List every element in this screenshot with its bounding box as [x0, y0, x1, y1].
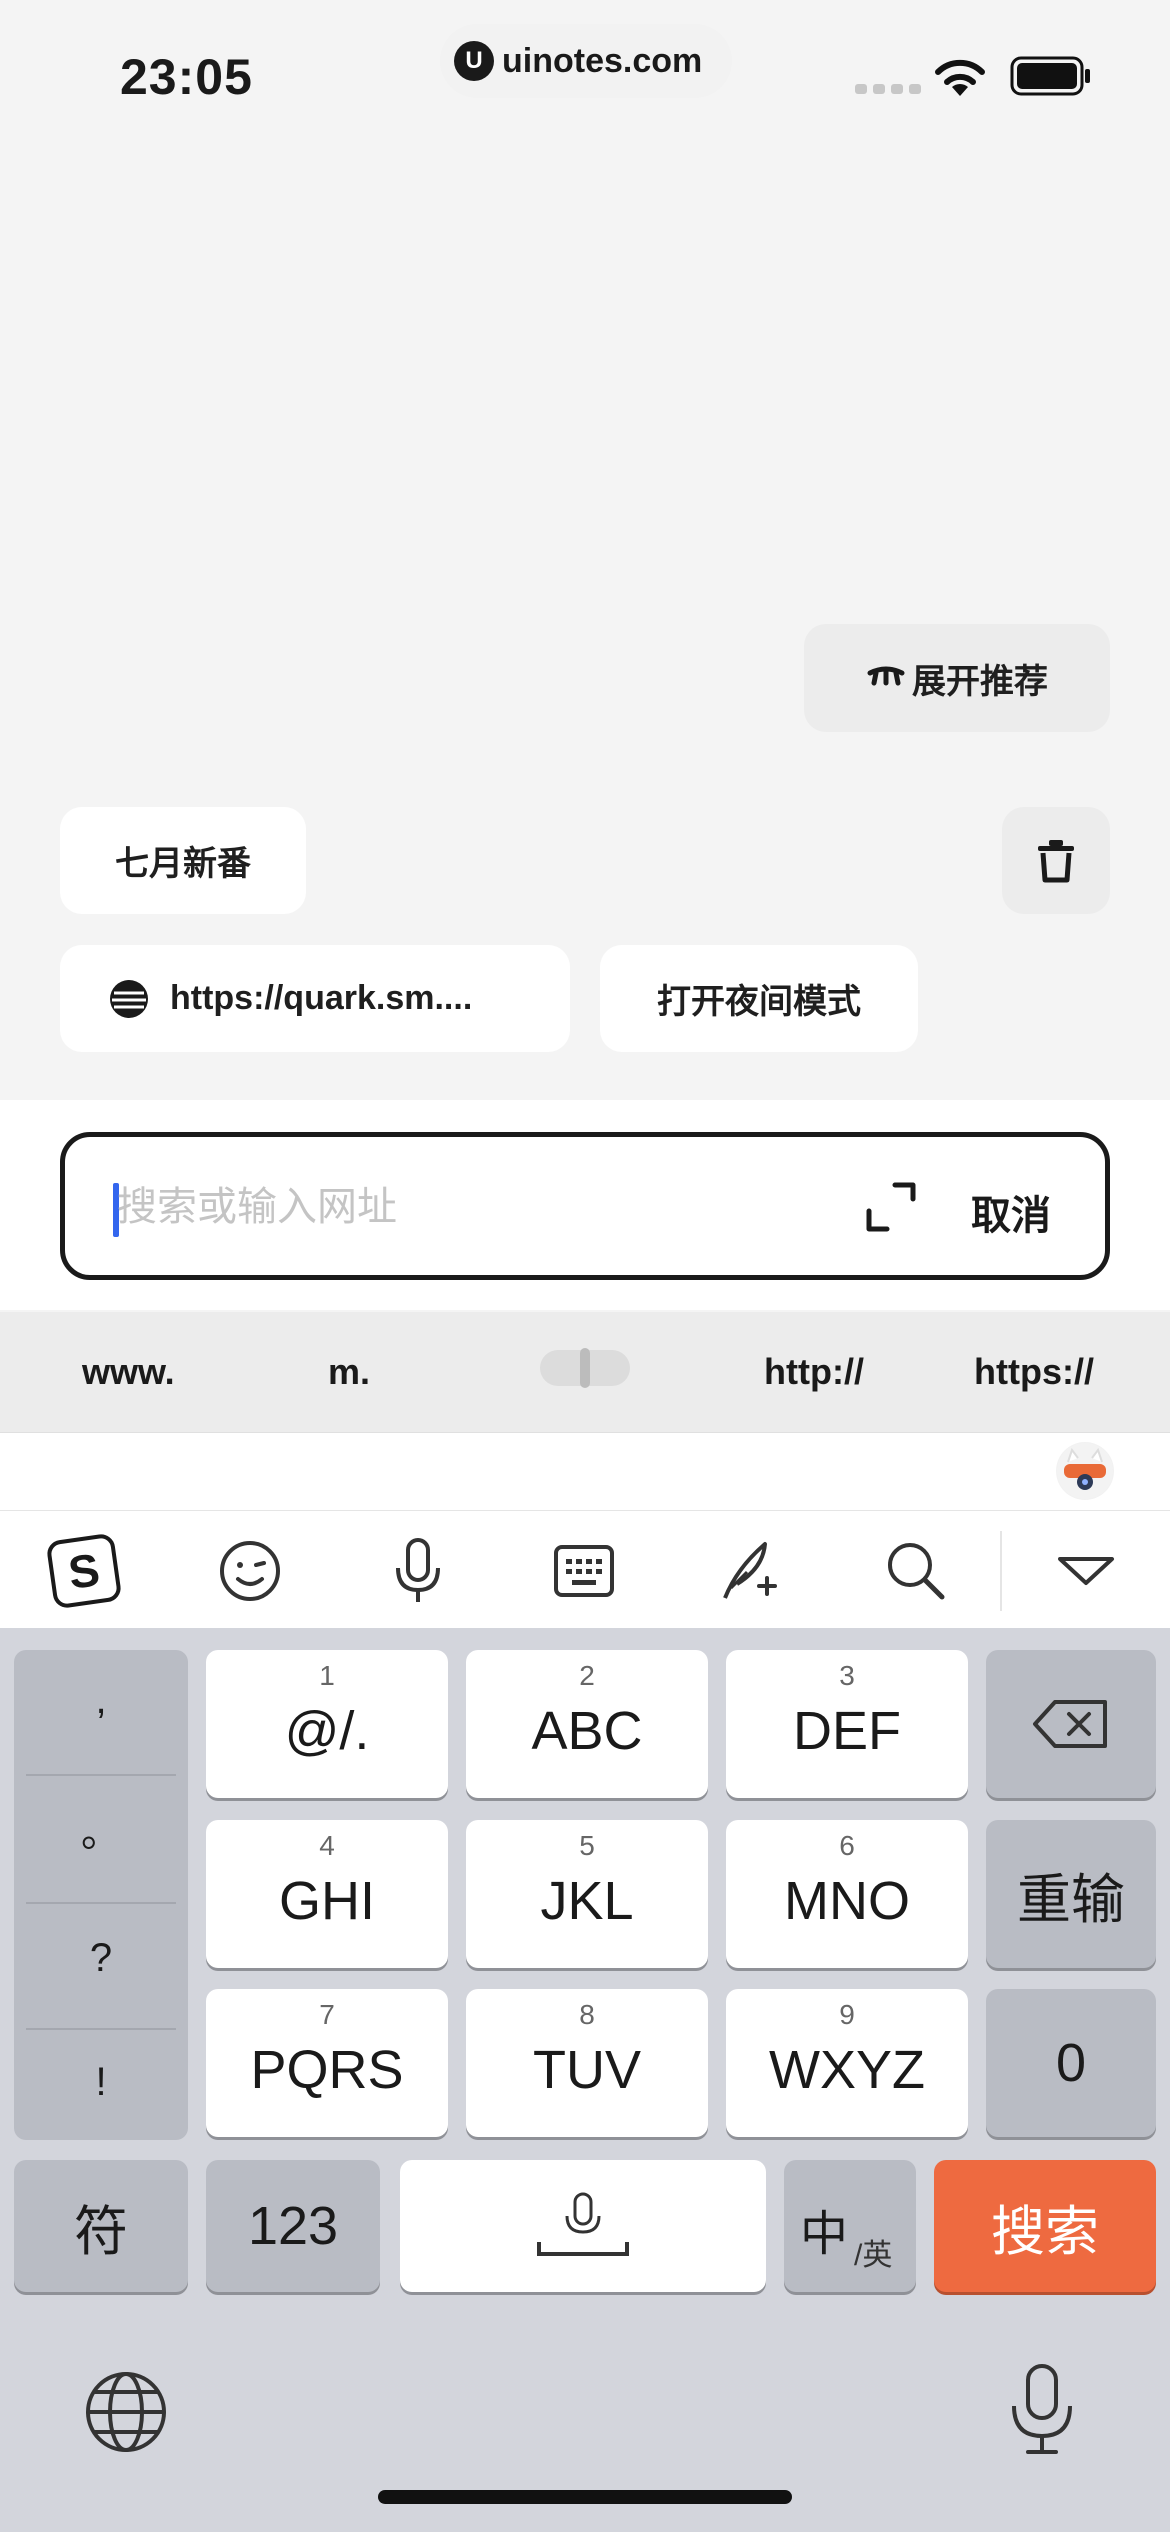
punctuation-column[interactable]: , 。 ? ! [14, 1650, 188, 2140]
url-shortcut-bar: www. m. http:// https:// [0, 1312, 1170, 1432]
handwriting-icon[interactable] [710, 1531, 790, 1611]
key-3[interactable]: 3 DEF [726, 1650, 968, 1798]
battery-icon [1010, 56, 1090, 96]
keyboard-switch-icon[interactable] [544, 1531, 624, 1611]
number-mode-key[interactable]: 123 [206, 2160, 380, 2292]
site-url-pill[interactable]: U uinotes.com [440, 24, 732, 98]
symbol-key[interactable]: 符 [14, 2160, 188, 2292]
globe-icon [110, 979, 148, 1018]
punct-exclamation[interactable]: ! [14, 2060, 188, 2105]
candidate-strip [0, 1432, 1170, 1510]
cellular-signal-icon [855, 84, 921, 94]
cancel-button[interactable]: 取消 [971, 1183, 1051, 1241]
collapse-keyboard-icon[interactable] [1046, 1531, 1126, 1611]
history-chip-anime[interactable]: 七月新番 [60, 807, 306, 914]
history-chip-label: 七月新番 [115, 845, 251, 883]
key-5[interactable]: 5 JKL [466, 1820, 708, 1968]
voice-input-icon[interactable] [378, 1531, 458, 1611]
expand-recommendations-label: 展开推荐 [912, 662, 1048, 701]
history-chip-night-mode[interactable]: 打开夜间模式 [600, 945, 918, 1052]
history-url-label: https://quark.sm.... [170, 979, 473, 1017]
site-logo-icon: U [454, 41, 494, 81]
key-6[interactable]: 6 MNO [726, 1820, 968, 1968]
ime-mascot-icon[interactable] [1056, 1442, 1114, 1500]
key-4[interactable]: 4 GHI [206, 1820, 448, 1968]
language-switch-key[interactable]: 中 /英 [784, 2160, 916, 2292]
shortcut-www[interactable]: www. [82, 1312, 175, 1432]
scan-icon[interactable] [865, 1181, 917, 1233]
sogou-logo-icon[interactable]: S [44, 1531, 124, 1611]
key-0[interactable]: 0 [986, 1989, 1156, 2137]
site-domain: uinotes.com [502, 41, 703, 80]
search-input[interactable] [117, 1165, 817, 1249]
backspace-icon [1033, 1700, 1107, 1748]
expand-recommendations-button[interactable]: 展开推荐 [804, 624, 1110, 732]
shortcut-m[interactable]: m. [328, 1312, 370, 1432]
key-8[interactable]: 8 TUV [466, 1989, 708, 2137]
key-1[interactable]: 1 @/. [206, 1650, 448, 1798]
history-chip-url[interactable]: https://quark.sm.... [60, 945, 570, 1052]
cursor-slider[interactable] [540, 1348, 630, 1388]
home-indicator[interactable] [378, 2490, 792, 2504]
space-key[interactable] [400, 2160, 766, 2292]
key-2[interactable]: 2 ABC [466, 1650, 708, 1798]
search-icon[interactable] [876, 1531, 956, 1611]
key-7[interactable]: 7 PQRS [206, 1989, 448, 2137]
ime-toolbar: S [0, 1510, 1170, 1628]
shortcut-https[interactable]: https:// [974, 1312, 1094, 1432]
space-mic-icon [537, 2192, 629, 2256]
clear-history-button[interactable] [1002, 807, 1110, 914]
search-box[interactable]: 取消 [60, 1132, 1110, 1280]
trash-icon [1038, 839, 1074, 882]
shortcut-http[interactable]: http:// [764, 1312, 864, 1432]
eye-open-icon [867, 666, 905, 686]
emoji-icon[interactable] [210, 1531, 290, 1611]
history-chip-label: 打开夜间模式 [657, 983, 861, 1021]
backspace-key[interactable] [986, 1650, 1156, 1798]
key-9[interactable]: 9 WXYZ [726, 1989, 968, 2137]
status-time: 23:05 [120, 49, 253, 105]
punct-question[interactable]: ? [14, 1936, 188, 1981]
dictation-mic-icon[interactable] [1004, 2362, 1080, 2458]
punct-comma[interactable]: , [14, 1678, 188, 1723]
reset-key[interactable]: 重输 [986, 1820, 1156, 1968]
toolbar-divider [1000, 1531, 1002, 1611]
punct-period[interactable]: 。 [14, 1800, 188, 1858]
globe-switch-icon[interactable] [84, 2370, 168, 2454]
wifi-icon [935, 59, 985, 96]
search-key[interactable]: 搜索 [934, 2160, 1156, 2292]
